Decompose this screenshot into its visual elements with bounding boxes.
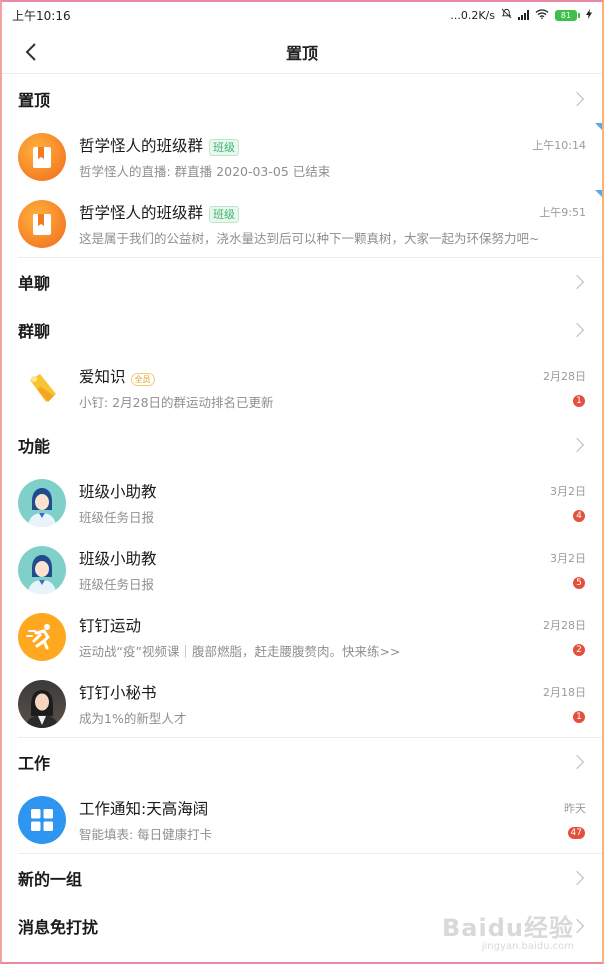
network-speed: ...0.2K/s — [450, 8, 495, 22]
chevron-right-icon — [569, 91, 585, 107]
charging-icon — [586, 8, 592, 22]
chat-preview: 小钉: 2月28日的群运动排名已更新 — [79, 394, 274, 410]
chat-time: 上午9:51 — [539, 205, 586, 219]
baidu-watermark: Baidu经验 jingyan.baidu.com — [442, 908, 574, 952]
chat-row-aizhishi[interactable]: 爱知识 全员 2月28日 小钉: 2月28日的群运动排名已更新 1 — [0, 354, 604, 421]
section-pinned[interactable]: 置顶 — [0, 75, 604, 123]
signal-icon — [518, 10, 529, 20]
section-title: 群聊 — [18, 322, 51, 341]
status-indicators: ...0.2K/s 81 — [450, 8, 592, 22]
section-title: 新的一组 — [18, 870, 83, 889]
unread-badge: 2 — [572, 643, 586, 657]
section-title: 单聊 — [18, 274, 51, 293]
unread-badge: 4 — [572, 509, 586, 523]
chat-row-work-notice[interactable]: 工作通知:天高海阔 昨天 智能填表: 每日健康打卡 47 — [0, 786, 604, 853]
class-tag: 班级 — [209, 205, 240, 223]
section-function[interactable]: 功能 — [0, 421, 604, 469]
chat-name: 哲学怪人的班级群 — [79, 136, 204, 155]
unread-badge: 47 — [566, 826, 586, 840]
chat-time: 2月28日 — [543, 369, 586, 383]
teacher-avatar — [18, 545, 66, 594]
chat-time: 2月18日 — [543, 685, 586, 699]
nav-bar: 置顶 — [0, 30, 604, 74]
chat-row-class-group-1[interactable]: 哲学怪人的班级群 班级 上午10:14 哲学怪人的直播: 群直播 2020-03-… — [0, 123, 604, 190]
status-time: 上午10:16 — [12, 8, 71, 23]
secretary-avatar — [18, 679, 66, 728]
chat-row-class-assistant-1[interactable]: 班级小助教 3月2日 班级任务日报 4 — [0, 469, 604, 536]
grid-apps-icon — [18, 795, 66, 844]
section-group-chat[interactable]: 群聊 — [0, 306, 604, 354]
chat-preview: 班级任务日报 — [79, 576, 155, 592]
mute-icon — [501, 8, 512, 22]
teacher-avatar — [18, 478, 66, 527]
chevron-right-icon — [569, 274, 585, 290]
chat-list: 置顶 哲学怪人的班级群 班级 上午10:14 哲学怪人的直播: 群直播 2020-… — [0, 75, 604, 950]
chat-row-dingtalk-secretary[interactable]: 钉钉小秘书 2月18日 成为1%的新型人才 1 — [0, 670, 604, 737]
chat-time: 2月28日 — [543, 618, 586, 632]
page-title: 置顶 — [285, 43, 318, 63]
chat-row-class-group-2[interactable]: 哲学怪人的班级群 班级 上午9:51 这是属于我们的公益树，浇水量达到后可以种下一… — [0, 190, 604, 257]
unread-badge: 5 — [572, 576, 586, 590]
chat-name: 工作通知:天高海阔 — [79, 799, 209, 818]
chat-time: 3月2日 — [550, 484, 586, 498]
class-group-avatar — [18, 132, 66, 181]
all-members-tag: 全员 — [130, 372, 155, 386]
chevron-right-icon — [569, 870, 585, 886]
chat-row-class-assistant-2[interactable]: 班级小助教 3月2日 班级任务日报 5 — [0, 536, 604, 603]
chat-preview: 运动战“疫”视频课｜腹部燃脂，赶走腰腹赘肉。快来练>> — [79, 643, 401, 659]
chat-time: 上午10:14 — [532, 138, 586, 152]
aizhishi-avatar — [18, 363, 66, 412]
chat-preview: 哲学怪人的直播: 群直播 2020-03-05 已结束 — [79, 163, 331, 179]
chat-name: 哲学怪人的班级群 — [79, 203, 204, 222]
chevron-right-icon — [569, 754, 585, 770]
chat-name: 爱知识 — [79, 367, 126, 386]
wifi-icon — [535, 8, 549, 22]
chat-time: 昨天 — [564, 801, 586, 815]
unread-badge: 1 — [572, 394, 586, 408]
chat-row-dingtalk-sport[interactable]: 钉钉运动 2月28日 运动战“疫”视频课｜腹部燃脂，赶走腰腹赘肉。快来练>> 2 — [0, 603, 604, 670]
chat-name: 班级小助教 — [79, 482, 157, 501]
watermark-main: Baidu经验 — [442, 914, 574, 942]
section-title: 置顶 — [18, 91, 51, 110]
class-tag: 班级 — [209, 138, 240, 156]
chevron-right-icon — [569, 437, 585, 453]
chat-preview: 班级任务日报 — [79, 509, 155, 525]
chat-time: 3月2日 — [550, 551, 586, 565]
chat-preview: 智能填表: 每日健康打卡 — [79, 826, 213, 842]
section-title: 消息免打扰 — [18, 918, 99, 937]
pinned-corner-marker — [595, 190, 604, 199]
battery-level: 81 — [555, 9, 577, 21]
unread-badge: 1 — [572, 710, 586, 724]
pinned-corner-marker — [595, 123, 604, 132]
chat-name: 钉钉小秘书 — [79, 683, 157, 702]
back-button[interactable] — [18, 39, 44, 65]
chat-name: 班级小助教 — [79, 549, 157, 568]
battery-icon: 81 — [555, 9, 580, 21]
chat-name: 钉钉运动 — [79, 616, 142, 635]
chat-preview: 成为1%的新型人才 — [79, 710, 187, 726]
section-single-chat[interactable]: 单聊 — [0, 258, 604, 306]
section-work[interactable]: 工作 — [0, 738, 604, 786]
section-new-group[interactable]: 新的一组 — [0, 854, 604, 902]
status-bar: 上午10:16 ...0.2K/s 81 — [0, 0, 604, 30]
running-icon — [18, 612, 66, 661]
chat-preview: 这是属于我们的公益树，浇水量达到后可以种下一颗真树，大家一起为环保努力吧~ — [79, 230, 540, 246]
chevron-right-icon — [569, 322, 585, 338]
section-title: 工作 — [18, 754, 51, 773]
class-group-avatar — [18, 199, 66, 248]
chevron-left-icon — [25, 43, 36, 61]
section-title: 功能 — [18, 437, 51, 456]
